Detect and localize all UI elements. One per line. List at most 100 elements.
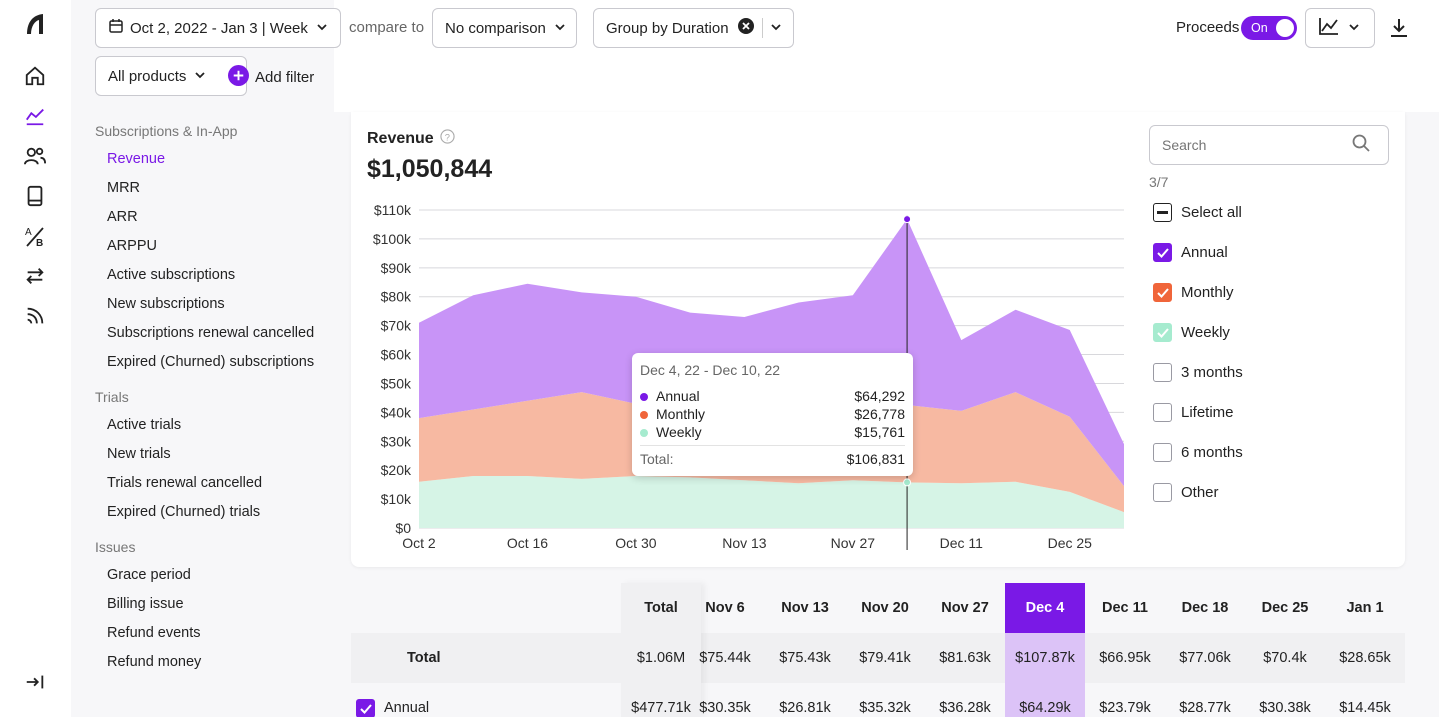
- legend-item-weekly[interactable]: Weekly: [1153, 323, 1230, 342]
- clear-icon[interactable]: [737, 18, 754, 38]
- table-cell: $75.43k: [779, 650, 831, 666]
- y-tick-label: $90k: [381, 260, 412, 276]
- tooltip-total-label: Total:: [640, 451, 674, 467]
- column-header[interactable]: Dec 18: [1165, 600, 1245, 616]
- table-cell: $64.29k: [1019, 700, 1071, 716]
- chart-type-select[interactable]: [1305, 8, 1375, 48]
- hover-point-annual: [903, 215, 912, 224]
- area-series-weekly[interactable]: [419, 475, 1124, 528]
- legend-search[interactable]: [1149, 125, 1389, 165]
- proceeds-toggle[interactable]: On: [1241, 16, 1297, 40]
- legend-checkbox[interactable]: [1153, 483, 1172, 502]
- sidebar-item-refund-money[interactable]: Refund money: [107, 654, 201, 670]
- transfer-icon[interactable]: [22, 263, 48, 289]
- tooltip-series-value: $15,761: [854, 424, 905, 440]
- sidebar-item-new-trials[interactable]: New trials: [107, 446, 171, 462]
- feed-icon[interactable]: [22, 303, 48, 329]
- logo-icon[interactable]: [22, 11, 48, 37]
- sidebar-item-subscriptions-renewal-cancelled[interactable]: Subscriptions renewal cancelled: [107, 325, 314, 341]
- calendar-icon: [108, 18, 124, 38]
- column-header[interactable]: Dec 4: [1005, 600, 1085, 616]
- proceeds-label: Proceeds: [1176, 19, 1240, 36]
- select-all-row[interactable]: Select all: [1153, 203, 1242, 222]
- row-checkbox[interactable]: [356, 699, 375, 717]
- users-icon[interactable]: [22, 143, 48, 169]
- chart-tooltip: Dec 4, 22 - Dec 10, 22 Annual $64,292 Mont…: [632, 353, 913, 476]
- legend-item-lifetime[interactable]: Lifetime: [1153, 403, 1234, 422]
- sidebar-item-arppu[interactable]: ARPPU: [107, 238, 157, 254]
- device-icon[interactable]: [22, 183, 48, 209]
- legend-search-input[interactable]: [1162, 137, 1352, 153]
- legend-item-monthly[interactable]: Monthly: [1153, 283, 1234, 302]
- column-header[interactable]: Nov 27: [925, 600, 1005, 616]
- table-cell: $28.65k: [1339, 650, 1391, 666]
- products-select[interactable]: All products: [95, 56, 247, 96]
- legend-checkbox[interactable]: [1153, 443, 1172, 462]
- proceeds-toggle-label: On: [1251, 21, 1268, 35]
- table-cell: $79.41k: [859, 650, 911, 666]
- x-tick-label: Nov 27: [831, 535, 876, 551]
- ab-test-icon[interactable]: AB: [22, 223, 48, 249]
- tooltip-series-name: Annual: [656, 388, 700, 404]
- table-cell: $35.32k: [859, 700, 911, 716]
- legend-checkbox[interactable]: [1153, 323, 1172, 342]
- series-dot-icon: [640, 393, 648, 401]
- add-filter-button[interactable]: Add filter: [228, 65, 314, 90]
- legend-item-annual[interactable]: Annual: [1153, 243, 1228, 262]
- sidebar-item-mrr[interactable]: MRR: [107, 180, 140, 196]
- sidebar-item-new-subscriptions[interactable]: New subscriptions: [107, 296, 225, 312]
- tooltip-series-name: Weekly: [656, 424, 702, 440]
- legend-item-other[interactable]: Other: [1153, 483, 1219, 502]
- sidebar-item-grace-period[interactable]: Grace period: [107, 567, 191, 583]
- check-icon: [1156, 287, 1169, 298]
- column-header[interactable]: Dec 11: [1085, 600, 1165, 616]
- search-icon: [1352, 134, 1370, 157]
- sidebar-item-billing-issue[interactable]: Billing issue: [107, 596, 184, 612]
- legend-count: 3/7: [1149, 174, 1169, 190]
- group-by-select[interactable]: Group by Duration: [593, 8, 794, 48]
- column-header[interactable]: Dec 25: [1245, 600, 1325, 616]
- sidebar-item-expired-churned-subscriptions[interactable]: Expired (Churned) subscriptions: [107, 354, 314, 370]
- table-cell: $70.4k: [1263, 650, 1307, 666]
- sidebar-item-trials-renewal-cancelled[interactable]: Trials renewal cancelled: [107, 475, 262, 491]
- row-label: Annual: [384, 700, 430, 716]
- charts-icon[interactable]: [22, 103, 48, 129]
- compare-to-label: compare to: [349, 19, 425, 36]
- revenue-chart[interactable]: $0 $10k $20k $30k $40k $50k $60k $70k $80k $90k $1…: [351, 112, 1141, 567]
- sidebar-item-active-subscriptions[interactable]: Active subscriptions: [107, 267, 235, 283]
- column-header[interactable]: Jan 1: [1325, 600, 1405, 616]
- sidebar-item-arr[interactable]: ARR: [107, 209, 138, 225]
- hover-point-weekly: [903, 478, 912, 487]
- select-all-checkbox[interactable]: [1153, 203, 1172, 222]
- download-icon[interactable]: [1389, 17, 1409, 44]
- tooltip-total-value: $106,831: [846, 451, 905, 467]
- column-header[interactable]: Nov 13: [765, 600, 845, 616]
- date-range-picker[interactable]: Oct 2, 2022 - Jan 3 | Week: [95, 8, 341, 48]
- home-icon[interactable]: [22, 63, 48, 89]
- tooltip-range: Dec 4, 22 - Dec 10, 22: [640, 362, 781, 378]
- sidebar-item-revenue[interactable]: Revenue: [107, 151, 165, 167]
- legend-item-6-months[interactable]: 6 months: [1153, 443, 1243, 462]
- legend-label: Other: [1181, 484, 1219, 501]
- comparison-select[interactable]: No comparison: [432, 8, 577, 48]
- sidebar-item-active-trials[interactable]: Active trials: [107, 417, 181, 433]
- legend-checkbox[interactable]: [1153, 403, 1172, 422]
- legend-checkbox[interactable]: [1153, 243, 1172, 262]
- column-header[interactable]: Nov 20: [845, 600, 925, 616]
- chevron-down-icon: [194, 68, 206, 85]
- toggle-knob: [1276, 19, 1294, 37]
- sidebar-item-refund-events[interactable]: Refund events: [107, 625, 201, 641]
- x-tick-label: Dec 25: [1048, 535, 1093, 551]
- legend-checkbox[interactable]: [1153, 363, 1172, 382]
- column-header[interactable]: Nov 6: [685, 600, 765, 616]
- legend-checkbox[interactable]: [1153, 283, 1172, 302]
- y-tick-label: $20k: [381, 462, 412, 478]
- sidebar-item-expired-churned-trials[interactable]: Expired (Churned) trials: [107, 504, 260, 520]
- table-cell: $36.28k: [939, 700, 991, 716]
- date-range-label: Oct 2, 2022 - Jan 3 | Week: [130, 19, 308, 37]
- y-tick-label: $50k: [381, 375, 412, 391]
- table-cell: $66.95k: [1099, 650, 1151, 666]
- expand-sidebar-icon[interactable]: [22, 669, 48, 695]
- legend-item-3-months[interactable]: 3 months: [1153, 363, 1243, 382]
- table-cell: $30.38k: [1259, 700, 1311, 716]
